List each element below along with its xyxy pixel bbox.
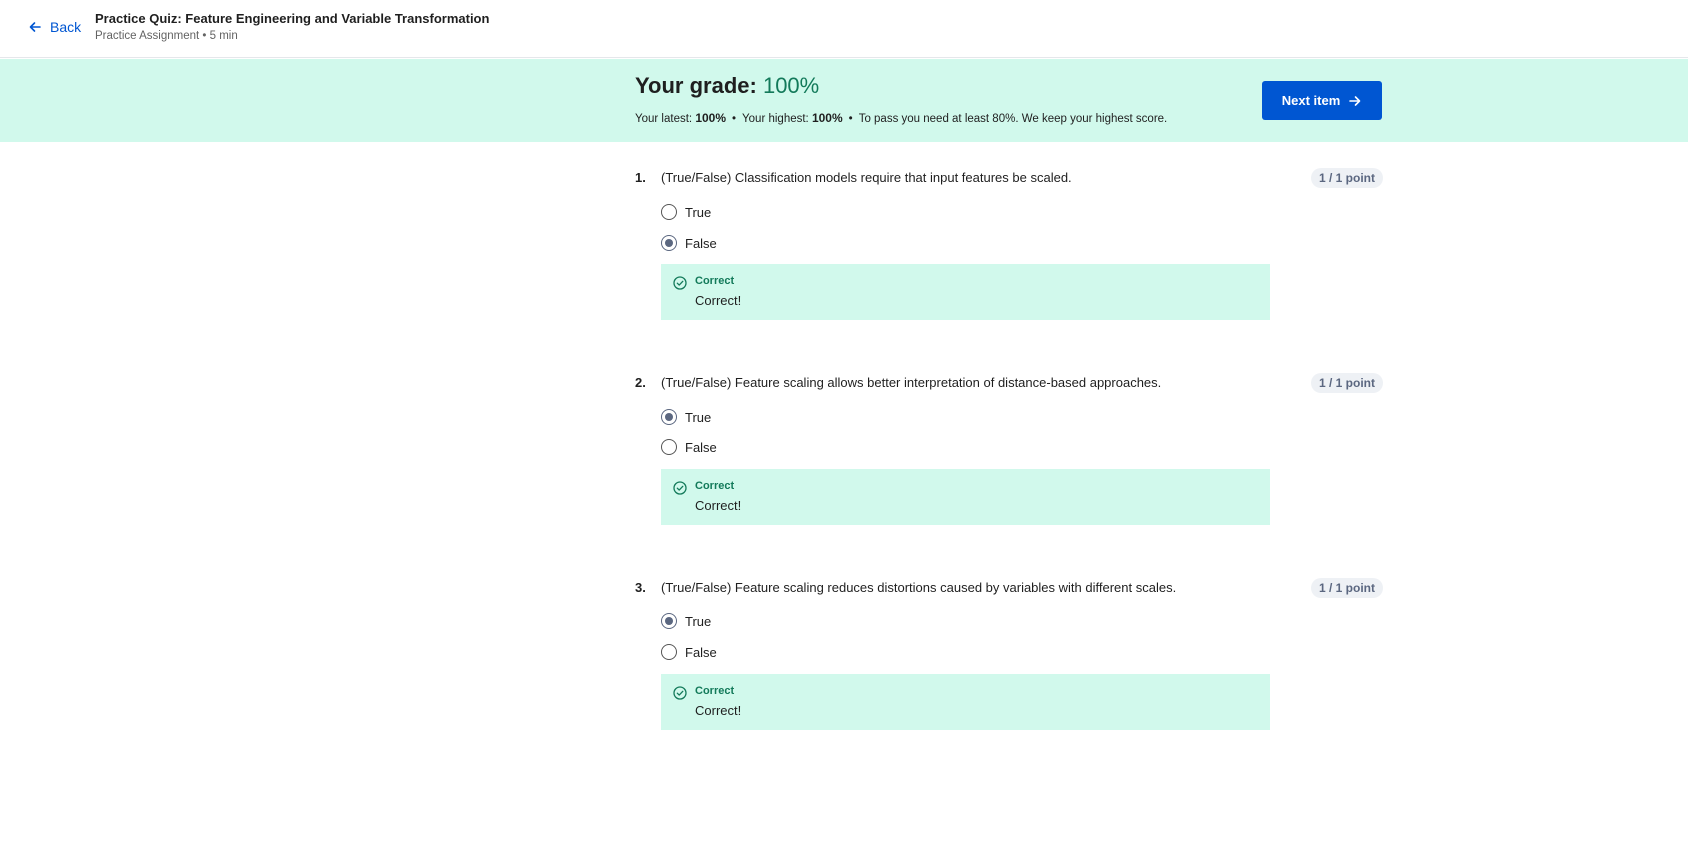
question-text: (True/False) Feature scaling allows bett… bbox=[661, 375, 1162, 390]
option-true[interactable]: True bbox=[661, 409, 711, 425]
next-item-button[interactable]: Next item bbox=[1262, 81, 1382, 120]
page-title: Practice Quiz: Feature Engineering and V… bbox=[95, 11, 490, 26]
check-circle-icon bbox=[673, 276, 687, 290]
points-badge: 1 / 1 point bbox=[1310, 168, 1383, 188]
question-number: 1. bbox=[635, 170, 646, 185]
assignment-heading: Practice Quiz: Feature Engineering and V… bbox=[95, 11, 489, 42]
radio-button[interactable] bbox=[661, 644, 677, 660]
radio-button-selected[interactable] bbox=[661, 409, 677, 425]
option-false[interactable]: False bbox=[661, 644, 717, 660]
grade-heading: Your grade: 100% bbox=[635, 73, 819, 99]
back-label: Back bbox=[50, 19, 82, 35]
option-label: True bbox=[685, 409, 712, 425]
radio-button-selected[interactable] bbox=[661, 235, 677, 251]
radio-button[interactable] bbox=[661, 439, 677, 455]
option-label: False bbox=[685, 439, 717, 455]
option-label: True bbox=[685, 613, 712, 629]
highest-label: Your highest: bbox=[742, 113, 812, 125]
top-header: Back Practice Quiz: Feature Engineering … bbox=[0, 0, 1688, 58]
grade-label: Your grade: bbox=[635, 73, 763, 98]
option-label: False bbox=[685, 644, 717, 660]
grade-banner: Your grade: 100% Your latest: 100% • Your … bbox=[0, 59, 1688, 142]
grade-value: 100% bbox=[762, 73, 820, 98]
grade-summary: Your latest: 100% • Your highest: 100% • To … bbox=[635, 111, 1167, 125]
question-text: (True/False) Classification models requi… bbox=[661, 170, 1072, 185]
feedback-box: Correct Correct! bbox=[661, 469, 1270, 525]
feedback-text: Correct! bbox=[695, 703, 742, 718]
option-label: False bbox=[685, 235, 717, 251]
arrow-left-icon bbox=[29, 22, 41, 32]
question-number: 3. bbox=[635, 580, 646, 595]
arrow-right-icon bbox=[1349, 95, 1361, 106]
feedback-box: Correct Correct! bbox=[661, 674, 1270, 730]
separator-dot: • bbox=[732, 113, 737, 125]
option-true[interactable]: True bbox=[661, 613, 711, 629]
feedback-text: Correct! bbox=[695, 293, 742, 308]
points-badge: 1 / 1 point bbox=[1310, 578, 1383, 598]
feedback-label: Correct bbox=[695, 480, 735, 492]
highest-value: 100% bbox=[811, 111, 843, 125]
feedback-text: Correct! bbox=[695, 498, 742, 513]
radio-button[interactable] bbox=[661, 204, 677, 220]
latest-value: 100% bbox=[695, 111, 727, 125]
option-false[interactable]: False bbox=[661, 235, 717, 251]
check-circle-icon bbox=[673, 481, 687, 495]
latest-label: Your latest: bbox=[635, 113, 696, 125]
option-true[interactable]: True bbox=[661, 204, 711, 220]
back-button[interactable]: Back bbox=[28, 19, 81, 35]
feedback-box: Correct Correct! bbox=[661, 264, 1270, 320]
feedback-label: Correct bbox=[695, 275, 735, 287]
next-item-label: Next item bbox=[1281, 93, 1341, 108]
question-number: 2. bbox=[635, 375, 646, 390]
separator-dot: • bbox=[848, 113, 853, 125]
radio-button-selected[interactable] bbox=[661, 613, 677, 629]
pass-note: To pass you need at least 80%. We keep y… bbox=[858, 113, 1168, 125]
page-subtitle: Practice Assignment • 5 min bbox=[95, 30, 238, 42]
question-text: (True/False) Feature scaling reduces dis… bbox=[661, 580, 1177, 595]
option-false[interactable]: False bbox=[661, 439, 717, 455]
feedback-label: Correct bbox=[695, 685, 735, 697]
option-label: True bbox=[685, 204, 712, 220]
check-circle-icon bbox=[673, 686, 687, 700]
points-badge: 1 / 1 point bbox=[1310, 373, 1383, 393]
